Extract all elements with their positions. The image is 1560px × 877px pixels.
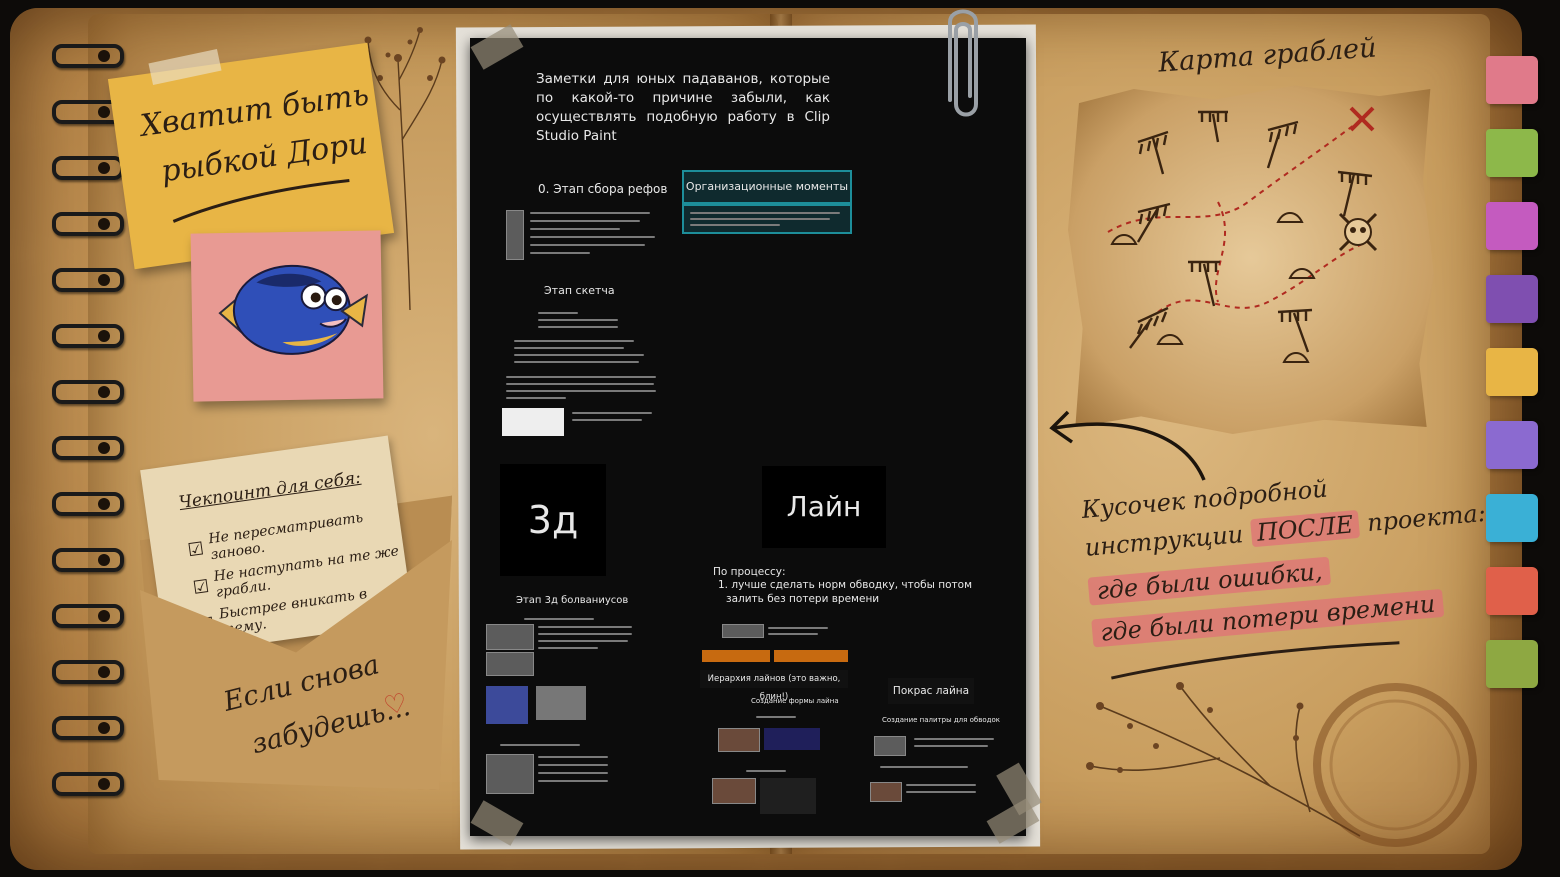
process-item-1: 1. лучше сделать норм обводку, чтобы пот… <box>718 579 972 591</box>
caption-line2-a: инструкции <box>1083 520 1245 562</box>
3d-thumbnail <box>486 624 534 650</box>
page-tab[interactable] <box>1486 494 1538 542</box>
ring-hole <box>98 778 110 790</box>
spiral-ring <box>52 604 124 628</box>
treasure-map <box>1068 85 1434 434</box>
ring-hole <box>98 442 110 454</box>
ring-hole <box>98 722 110 734</box>
process-screenshot <box>722 624 832 638</box>
section-refs-title: 0. Этап сбора рефов <box>538 182 668 196</box>
spiral-ring <box>52 436 124 460</box>
card-line: Лайн <box>762 466 886 548</box>
ring-hole <box>98 386 110 398</box>
section-sketch-title: Этап скетча <box>544 284 615 297</box>
ring-hole <box>98 330 110 342</box>
page-tab[interactable] <box>1486 567 1538 615</box>
orange-note <box>774 650 848 662</box>
ring-hole <box>98 218 110 230</box>
refs-thumbnail <box>506 210 524 260</box>
spiral-ring <box>52 772 124 796</box>
spiral-ring <box>52 268 124 292</box>
instruction-caption: Кусочек подробной инструкции ПОСЛЕ проек… <box>1080 455 1487 696</box>
clip-studio-notes-board: Заметки для юных падаванов, которые по к… <box>470 38 1026 836</box>
caption-highlight-after: ПОСЛЕ <box>1249 509 1361 548</box>
3d-thumbnail <box>536 686 586 720</box>
page-tab[interactable] <box>1486 640 1538 688</box>
org-box-title: Организационные моменты <box>685 180 849 193</box>
process-title: По процессу: <box>713 566 786 578</box>
ring-hole <box>98 106 110 118</box>
orange-note <box>702 650 770 662</box>
page-tab[interactable] <box>1486 421 1538 469</box>
page-tab[interactable] <box>1486 275 1538 323</box>
caption-line3: где были ошибки, <box>1087 556 1332 606</box>
paperclip-icon <box>948 9 978 117</box>
spiral-ring <box>52 492 124 516</box>
ring-hole <box>98 554 110 566</box>
rake-icon <box>1277 308 1313 353</box>
3d-thumbnail <box>486 686 528 724</box>
page-tab[interactable] <box>1486 56 1538 104</box>
checkbox-icon: ☑ <box>186 537 206 561</box>
page-tab[interactable] <box>1486 129 1538 177</box>
rake-icon <box>1136 202 1171 243</box>
fill-line-title: Покрас лайна <box>892 685 970 697</box>
3d-thumbnail <box>486 652 534 676</box>
spiral-ring <box>52 212 124 236</box>
fill-notes <box>870 730 1000 830</box>
checkbox-icon: ☑ <box>191 575 211 599</box>
spiral-ring <box>52 660 124 684</box>
ring-hole <box>98 274 110 286</box>
map-drawing <box>1107 106 1378 363</box>
3d-thumbnail <box>486 754 534 794</box>
fish-illustration <box>218 264 368 355</box>
line-thumbnail <box>718 728 760 752</box>
sketch-notes <box>502 308 658 448</box>
rake-icon <box>1129 306 1169 349</box>
ring-hole <box>98 162 110 174</box>
spiral-ring <box>52 324 124 348</box>
rake-icon <box>1198 110 1228 143</box>
line-thumbnail <box>712 778 756 804</box>
3d-notes <box>484 616 634 796</box>
sketch-thumbnail <box>502 408 564 436</box>
line-notes <box>716 712 826 752</box>
sub-palette-title: Создание палитры для обводок <box>882 716 1000 724</box>
checklist-title: Чекпоинт для себя: <box>177 467 363 514</box>
spiral-ring <box>52 44 124 68</box>
cross-icon <box>1349 106 1375 132</box>
sub-form-title: Создание формы лайна <box>751 697 839 705</box>
org-box-notes <box>682 204 852 234</box>
skull-icon <box>1338 212 1378 252</box>
spiral-ring <box>52 380 124 404</box>
rake-icon <box>1266 120 1299 169</box>
section-3d-title: Этап 3д болваниусов <box>516 595 629 606</box>
page-tab[interactable] <box>1486 202 1538 250</box>
rake-icon <box>1337 170 1373 217</box>
sticky-note-pink <box>190 230 384 402</box>
spiral-ring <box>52 156 124 180</box>
spiral-ring <box>52 716 124 740</box>
hierarchy-box: Иерархия лайнов (это важно, блин!) <box>700 670 848 702</box>
card-line-title: Лайн <box>786 490 862 523</box>
ring-hole <box>98 610 110 622</box>
ring-hole <box>98 498 110 510</box>
ring-hole <box>98 50 110 62</box>
board-intro: Заметки для юных падаванов, которые по к… <box>536 71 830 144</box>
org-box: Организационные моменты <box>682 170 852 204</box>
line-thumbnail <box>764 728 820 750</box>
rake-icon <box>1137 130 1169 175</box>
card-3d: 3д <box>500 464 606 576</box>
process-item-2: залить без потери времени <box>726 593 880 605</box>
fill-line-box: Покрас лайна <box>888 678 974 704</box>
line-thumbnail <box>760 778 816 814</box>
card-3d-title: 3д <box>527 498 579 542</box>
coffee-stain <box>1313 683 1477 847</box>
spiral-ring <box>52 548 124 572</box>
ring-hole <box>98 666 110 678</box>
refs-notes <box>506 208 666 262</box>
page-tab[interactable] <box>1486 348 1538 396</box>
